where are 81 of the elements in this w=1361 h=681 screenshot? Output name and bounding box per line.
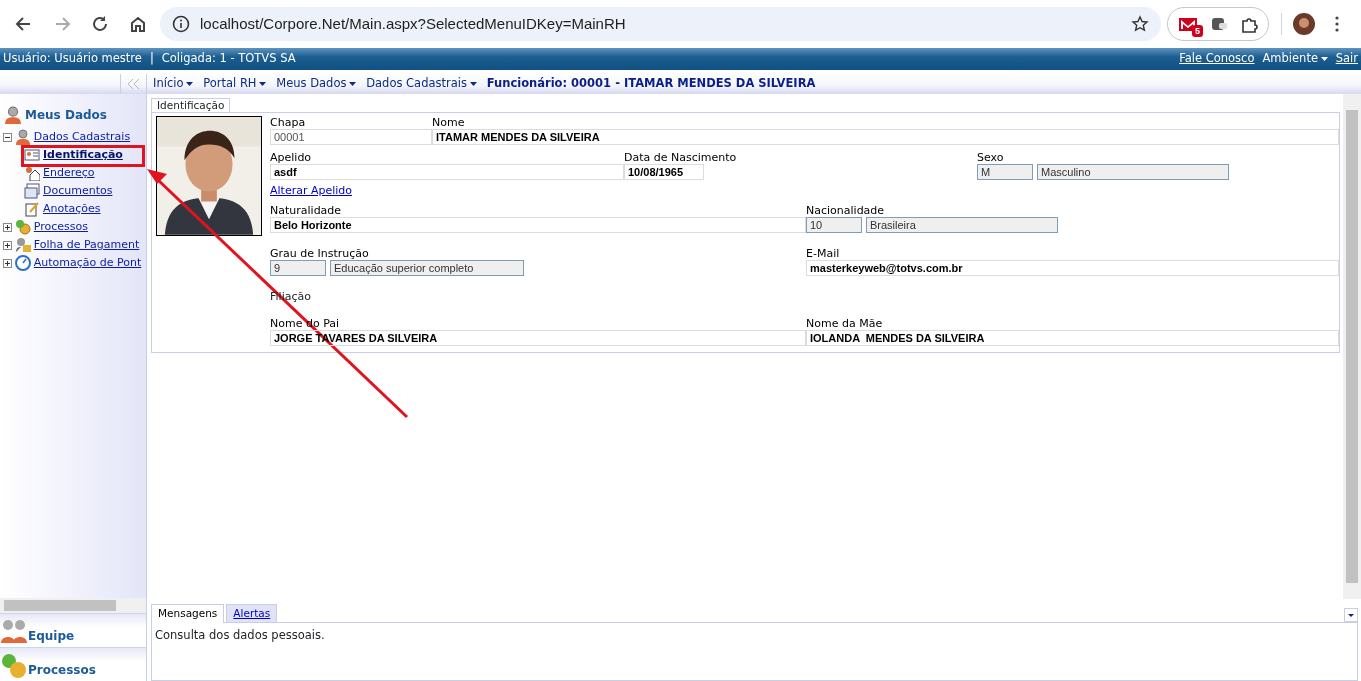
field-value: masterkeyweb@totvs.com.br [806,260,1339,276]
description-field: Masculino [1037,164,1229,180]
field-label: Grau de Instrução [270,247,370,260]
tree-item[interactable]: Anotações [43,200,101,218]
field-label: Data de Nascimento [624,151,738,164]
person-icon [4,106,22,124]
id-card-icon [24,147,40,163]
expand-icon[interactable] [2,258,12,268]
breadcrumb-menu[interactable]: Início [153,75,194,93]
horizontal-scrollbar[interactable] [0,598,146,613]
field-label: Naturalidade [270,204,343,217]
field-value: IOLANDA MENDES DA SILVEIRA [806,330,1339,346]
address-bar[interactable]: localhost/Corpore.Net/Main.aspx?SelectedMenuIDKey=MainRH [160,7,1161,41]
environment-menu[interactable]: Ambiente [1262,50,1328,68]
avatar-icon[interactable] [1293,13,1315,35]
header-link[interactable]: Sair [1335,50,1358,68]
field-label: Nome [432,116,466,129]
description-field: Brasileira [866,217,1058,233]
notepad-icon [24,201,40,217]
field-value: ITAMAR MENDES DA SILVEIRA [432,129,1339,145]
home-icon[interactable] [128,14,148,34]
separator-text: | [149,50,154,68]
message-text: Consulta dos dados pessoais. [151,623,1358,681]
tree-item[interactable]: Documentos [43,182,113,200]
field-value: Belo Horizonte [270,217,806,233]
tree-item[interactable]: Dados Cadastrais [33,128,131,146]
documents-icon [24,183,40,199]
tree-item[interactable]: Automação de Pont [33,254,142,272]
field-label: E-Mail [806,247,841,260]
user-label: Usuário: Usuário mestre [3,50,142,68]
puzzle-icon[interactable] [1240,15,1258,33]
breadcrumb-current: Funcionário: 00001 - ITAMAR MENDES DA SILVEIRA [486,75,816,93]
sidebar-section[interactable]: Processos [0,647,146,681]
reload-icon[interactable] [90,14,110,34]
info-icon[interactable] [172,15,190,33]
breadcrumb-menu[interactable]: Meus Dados [276,75,357,93]
people-icon [0,617,28,645]
company-label: Coligada: 1 - TOTVS SA [161,50,296,68]
expand-icon[interactable] [2,240,12,250]
code-field: 9 [270,260,326,276]
sidebar-section[interactable]: Equipe [0,613,146,647]
caret-icon [469,82,477,86]
field-label: Apelido [270,151,313,164]
field-label: Nome da Mãe [806,317,884,330]
caret-icon [259,82,267,86]
code-field: 10 [806,217,862,233]
vertical-scrollbar[interactable] [1343,94,1361,599]
expand-icon[interactable] [2,222,12,232]
tree-item[interactable]: Folha de Pagament [33,236,140,254]
code-field: M [977,164,1033,180]
url-text: localhost/Corpore.Net/Main.aspx?SelectedMenuIDKey=MainRH [200,13,627,34]
tab[interactable]: Alertas [226,604,278,622]
person-icon [14,129,31,145]
field-value: 10/08/1965 [624,164,704,180]
sidebar-title: Meus Dados [25,107,107,124]
tree-item[interactable]: Processos [33,218,88,236]
field-label: Sexo [977,151,1005,164]
header-link[interactable]: Fale Conosco [1179,50,1255,68]
breadcrumb-menu[interactable]: Dados Cadastrais [366,75,477,93]
caret-icon [349,82,357,86]
clock-icon [14,255,31,271]
description-field: Educação superior completo [330,260,524,276]
notification-badge: 5 [1192,25,1203,37]
field-value: asdf [270,164,624,180]
field-label: Nacionalidade [806,204,886,217]
house-icon [24,165,40,181]
star-icon[interactable] [1131,15,1149,33]
tab[interactable]: Identificação [151,98,231,112]
breadcrumb-menu[interactable]: Portal RH [203,75,267,93]
caret-icon [186,82,194,86]
change-nickname-link[interactable]: Alterar Apelido [270,184,353,198]
caret-icon [1320,57,1328,61]
tab[interactable]: Mensagens [151,604,225,623]
tree-item[interactable]: Identificação [43,146,123,164]
tree-item[interactable]: Endereço [43,164,95,182]
field-label: Chapa [270,116,307,129]
extension-icon[interactable] [1210,15,1228,33]
dropdown-icon[interactable] [1344,608,1358,622]
field-value: 00001 [270,129,432,145]
collapse-icon[interactable] [2,132,12,142]
mail-icon[interactable] [1178,16,1198,32]
